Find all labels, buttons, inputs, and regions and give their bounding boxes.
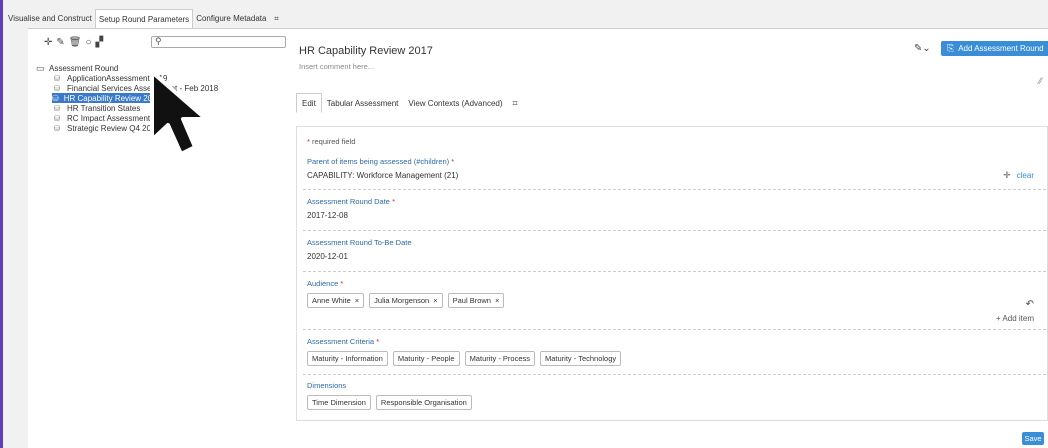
target-icon[interactable]: ✛ bbox=[44, 37, 52, 48]
remove-icon[interactable]: × bbox=[355, 296, 359, 305]
parent-field: Parent of items being assessed (#childre… bbox=[307, 157, 1042, 180]
add-item-button[interactable]: + Add item bbox=[996, 314, 1034, 323]
parent-value[interactable]: CAPABILITY: Workforce Management (21) bbox=[307, 171, 1042, 180]
criteria-field: Assessment Criteria * Maturity - Informa… bbox=[307, 337, 1042, 366]
tree-item-selected[interactable]: ⛁ HR Capability Review 2017 bbox=[52, 93, 161, 103]
resize-handle-icon[interactable]: ⁄⁄ bbox=[1039, 76, 1042, 86]
audience-chip[interactable]: Paul Brown × bbox=[447, 293, 505, 308]
remove-icon[interactable]: × bbox=[495, 296, 499, 305]
tree-root-label: Assessment Round bbox=[49, 63, 119, 73]
database-icon: ⛁ bbox=[53, 103, 61, 113]
criteria-chip[interactable]: Maturity - Information bbox=[307, 351, 388, 366]
comment-input[interactable]: Insert comment here... bbox=[299, 62, 374, 71]
pencil-dropdown-icon[interactable]: ✎⌄ bbox=[914, 43, 931, 54]
tree-toolbar: ✛ ✎ 🗑 ○ ▞ bbox=[44, 37, 103, 48]
database-icon: ⛁ bbox=[53, 113, 61, 123]
edit-form: * required field Parent of items being a… bbox=[296, 126, 1048, 421]
save-button[interactable]: Save bbox=[1022, 432, 1044, 445]
lightbulb-icon[interactable]: ○ bbox=[85, 37, 91, 48]
trash-icon[interactable]: 🗑 bbox=[69, 37, 82, 48]
subtab-tabular-assessment[interactable]: Tabular Assessment bbox=[322, 93, 404, 113]
criteria-chip[interactable]: Maturity - People bbox=[392, 351, 460, 366]
tobe-date-field: Assessment Round To-Be Date 2020-12-01 bbox=[307, 238, 1042, 261]
database-icon: ⛁ bbox=[53, 83, 61, 93]
dimension-chip[interactable]: Time Dimension bbox=[307, 395, 371, 410]
divider bbox=[303, 329, 1046, 330]
subtab-edit[interactable]: Edit bbox=[296, 93, 322, 113]
undo-icon[interactable]: ↶ bbox=[1026, 299, 1034, 310]
edit-icon[interactable]: ✎ bbox=[56, 37, 64, 48]
add-assessment-round-button[interactable]: ⎘ Add Assessment Round bbox=[941, 41, 1048, 56]
audience-field: Audience * Anne White × Julia Morgenson × … bbox=[307, 279, 1034, 323]
divider bbox=[303, 230, 1046, 231]
criteria-chip[interactable]: Maturity - Process bbox=[464, 351, 535, 366]
sub-tabbar: Edit Tabular Assessment View Contexts (A… bbox=[296, 93, 523, 113]
tab-configure-metadata[interactable]: Configure Metadata bbox=[193, 9, 269, 28]
database-icon: ⛁ bbox=[53, 73, 61, 83]
search-icon: ⚲ bbox=[155, 36, 162, 46]
dimension-chip[interactable]: Responsible Organisation bbox=[375, 395, 472, 410]
tobe-date-value[interactable]: 2020-12-01 bbox=[307, 252, 1042, 261]
database-icon: ⛁ bbox=[52, 93, 59, 103]
expand-icon[interactable]: ⌗ bbox=[508, 93, 523, 113]
dimensions-field: Dimensions Time Dimension Responsible Or… bbox=[307, 381, 1042, 410]
audience-chip[interactable]: Anne White × bbox=[307, 293, 365, 308]
add-file-icon: ⎘ bbox=[947, 43, 955, 53]
remove-icon[interactable]: × bbox=[433, 296, 437, 305]
comment-icon: ▭ bbox=[36, 62, 45, 73]
expand-icon[interactable]: ⌗ bbox=[269, 9, 283, 28]
date-value[interactable]: 2017-12-08 bbox=[307, 211, 1042, 220]
date-field: Assessment Round Date * 2017-12-08 bbox=[307, 197, 1042, 220]
main-tabbar: Visualise and Construct Setup Round Para… bbox=[3, 0, 1048, 29]
page-title: HR Capability Review 2017 bbox=[299, 45, 433, 57]
audience-chip[interactable]: Julia Morgenson × bbox=[369, 293, 443, 308]
required-note: * required field bbox=[307, 137, 356, 146]
subtab-view-contexts[interactable]: View Contexts (Advanced) bbox=[403, 93, 507, 113]
criteria-chip[interactable]: Maturity - Technology bbox=[540, 351, 622, 366]
database-icon: ⛁ bbox=[53, 123, 61, 133]
clear-parent-button[interactable]: ✛ clear bbox=[1003, 170, 1034, 181]
target-icon: ✛ bbox=[1003, 170, 1011, 180]
tree-search-input[interactable]: ⚲ bbox=[151, 36, 286, 48]
tab-visualise-and-construct[interactable]: Visualise and Construct bbox=[5, 9, 95, 28]
mouse-pointer-icon bbox=[150, 70, 208, 156]
divider bbox=[303, 374, 1046, 375]
tab-setup-round-parameters[interactable]: Setup Round Parameters bbox=[94, 9, 194, 29]
divider bbox=[303, 189, 1046, 190]
copy-icon[interactable]: ▞ bbox=[96, 37, 104, 48]
divider bbox=[303, 271, 1046, 272]
